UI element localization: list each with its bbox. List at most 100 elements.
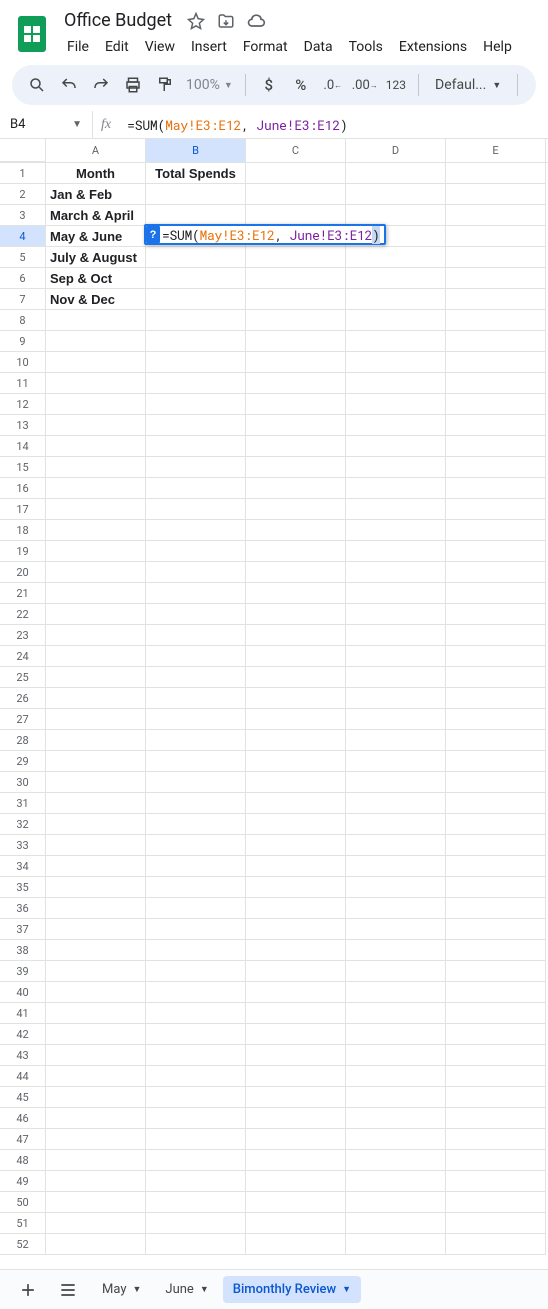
sheet-tab-bimonthly-review[interactable]: Bimonthly Review▼	[223, 1276, 361, 1303]
all-sheets-button[interactable]	[52, 1274, 84, 1306]
row-header[interactable]: 7	[0, 289, 46, 310]
cell[interactable]	[146, 793, 246, 814]
number-format[interactable]: 123	[382, 70, 410, 100]
cell[interactable]	[446, 667, 546, 688]
cell[interactable]	[346, 1150, 446, 1171]
cell[interactable]	[346, 436, 446, 457]
spreadsheet-grid[interactable]: ABCDE 1MonthTotal Spends2Jan & Feb3March…	[0, 139, 548, 1269]
cell[interactable]	[146, 289, 246, 310]
cell[interactable]	[246, 835, 346, 856]
cell[interactable]	[246, 478, 346, 499]
cell[interactable]	[146, 583, 246, 604]
cell[interactable]	[46, 583, 146, 604]
cell[interactable]	[46, 940, 146, 961]
cell[interactable]	[46, 709, 146, 730]
cell[interactable]	[246, 373, 346, 394]
cell[interactable]	[346, 457, 446, 478]
cell[interactable]	[446, 1003, 546, 1024]
cell[interactable]	[446, 499, 546, 520]
cell[interactable]	[246, 1024, 346, 1045]
decrease-decimal-icon[interactable]: .0←	[318, 70, 348, 100]
font-select[interactable]: Defaul...▼	[427, 77, 509, 93]
cell[interactable]	[246, 919, 346, 940]
cell[interactable]	[46, 1234, 146, 1255]
cell[interactable]	[146, 1066, 246, 1087]
cell[interactable]	[446, 940, 546, 961]
cell[interactable]	[346, 793, 446, 814]
zoom-select[interactable]: 100%▼	[182, 77, 237, 93]
cell[interactable]	[346, 772, 446, 793]
cell[interactable]	[146, 604, 246, 625]
cell[interactable]	[446, 1192, 546, 1213]
cell[interactable]	[346, 478, 446, 499]
cell[interactable]	[346, 982, 446, 1003]
cell[interactable]: Sep & Oct	[46, 268, 146, 289]
menu-tools[interactable]: Tools	[342, 35, 390, 59]
cell[interactable]	[346, 877, 446, 898]
cell[interactable]	[246, 772, 346, 793]
cell[interactable]	[146, 205, 246, 226]
row-header[interactable]: 8	[0, 310, 46, 331]
cell[interactable]	[146, 1108, 246, 1129]
cell[interactable]	[446, 205, 546, 226]
cell[interactable]	[46, 436, 146, 457]
menu-help[interactable]: Help	[476, 35, 519, 59]
search-icon[interactable]	[22, 70, 52, 100]
row-header[interactable]: 17	[0, 499, 46, 520]
cell[interactable]	[446, 814, 546, 835]
cell[interactable]	[246, 1045, 346, 1066]
column-header-E[interactable]: E	[446, 139, 546, 162]
cell[interactable]	[146, 982, 246, 1003]
cell[interactable]	[246, 289, 346, 310]
cell[interactable]	[146, 373, 246, 394]
cell[interactable]	[346, 1003, 446, 1024]
cell[interactable]	[346, 604, 446, 625]
cell[interactable]	[46, 1003, 146, 1024]
menu-format[interactable]: Format	[236, 35, 295, 59]
row-header[interactable]: 21	[0, 583, 46, 604]
cell[interactable]	[446, 562, 546, 583]
print-icon[interactable]	[118, 70, 148, 100]
cell[interactable]	[146, 457, 246, 478]
row-header[interactable]: 1	[0, 163, 46, 184]
cell[interactable]	[446, 688, 546, 709]
cell[interactable]	[446, 1024, 546, 1045]
row-header[interactable]: 29	[0, 751, 46, 772]
cell[interactable]	[346, 856, 446, 877]
cell[interactable]	[46, 310, 146, 331]
row-header[interactable]: 52	[0, 1234, 46, 1255]
cell[interactable]	[346, 835, 446, 856]
add-sheet-button[interactable]	[12, 1274, 44, 1306]
sheet-tab-june[interactable]: June▼	[155, 1276, 218, 1303]
cell[interactable]: March & April	[46, 205, 146, 226]
row-header[interactable]: 19	[0, 541, 46, 562]
cell[interactable]	[446, 856, 546, 877]
cell[interactable]	[46, 919, 146, 940]
cell[interactable]	[346, 352, 446, 373]
cell[interactable]	[346, 646, 446, 667]
cell[interactable]	[446, 415, 546, 436]
cell[interactable]: Jan & Feb	[46, 184, 146, 205]
cell[interactable]	[246, 457, 346, 478]
cell[interactable]	[446, 268, 546, 289]
cell[interactable]	[246, 247, 346, 268]
cell[interactable]	[346, 1024, 446, 1045]
cell[interactable]	[446, 289, 546, 310]
cell[interactable]	[246, 1234, 346, 1255]
cell[interactable]	[346, 541, 446, 562]
formula-bar[interactable]: =SUM(May!E3:E12, June!E3:E12)	[119, 116, 548, 134]
row-header[interactable]: 36	[0, 898, 46, 919]
cell[interactable]	[46, 751, 146, 772]
cell[interactable]	[46, 1192, 146, 1213]
cell[interactable]	[146, 1003, 246, 1024]
cell[interactable]	[446, 457, 546, 478]
cell[interactable]	[46, 793, 146, 814]
cell[interactable]	[246, 205, 346, 226]
cell[interactable]	[446, 1108, 546, 1129]
cell[interactable]	[246, 1087, 346, 1108]
cell[interactable]: Total Spends	[146, 163, 246, 184]
cell[interactable]	[446, 751, 546, 772]
cell[interactable]	[46, 898, 146, 919]
move-icon[interactable]	[216, 11, 236, 31]
cell[interactable]	[46, 373, 146, 394]
